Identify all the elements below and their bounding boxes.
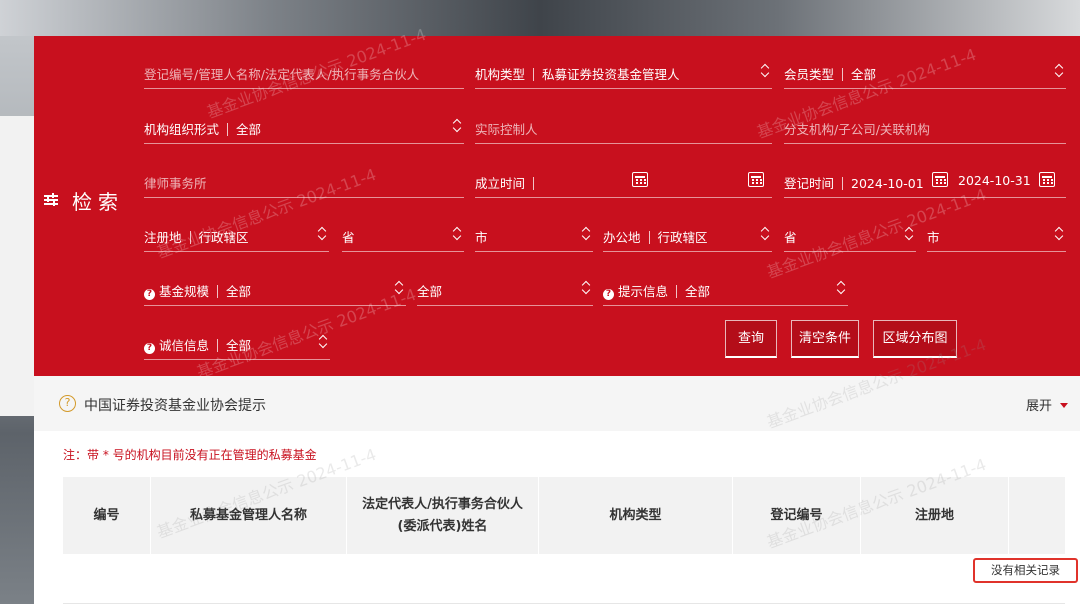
org-type-label: 机构类型 bbox=[475, 67, 526, 82]
notice-bar: ? 中国证券投资基金业协会提示 展开 bbox=[34, 376, 1080, 431]
org-type-select[interactable]: 机构类型 私募证券投资基金管理人 bbox=[475, 53, 772, 89]
column-header[interactable]: 登记编号 bbox=[733, 477, 861, 554]
column-header[interactable]: 私募基金管理人名称 bbox=[151, 477, 347, 554]
chevron-updown-icon bbox=[452, 226, 462, 242]
query-button[interactable]: 查询 bbox=[725, 320, 777, 358]
established-label: 成立时间 bbox=[475, 176, 526, 191]
chevron-updown-icon bbox=[581, 280, 591, 296]
fund-scale-value: 全部 bbox=[226, 284, 252, 299]
expand-button[interactable]: 展开 bbox=[1026, 395, 1068, 414]
help-icon[interactable]: ? bbox=[144, 343, 155, 354]
chevron-updown-icon bbox=[452, 118, 462, 134]
expand-label: 展开 bbox=[1025, 399, 1052, 414]
law-firm-input[interactable]: 律师事务所 bbox=[144, 162, 464, 198]
hint-select[interactable]: ? 提示信息 全部 bbox=[603, 270, 848, 306]
chevron-updown-icon bbox=[1054, 226, 1064, 242]
reg-time-start: 2024-10-01 bbox=[851, 176, 924, 191]
chevron-updown-icon bbox=[836, 280, 846, 296]
reg-place-value: 行政辖区 bbox=[198, 230, 249, 245]
chevron-updown-icon bbox=[318, 334, 328, 350]
search-panel: 检索 登记编号/管理人名称/法定代表人/执行事务合伙人 机构类型 私募证券投资基金… bbox=[34, 36, 1080, 376]
org-form-value: 全部 bbox=[236, 122, 262, 137]
question-icon: ? bbox=[59, 395, 76, 412]
office-label: 办公地 bbox=[603, 230, 641, 245]
reg-time-end: 2024-10-31 bbox=[958, 173, 1031, 188]
member-type-value: 全部 bbox=[851, 67, 877, 82]
credit-label: 诚信信息 bbox=[159, 338, 210, 353]
caret-down-icon bbox=[1060, 403, 1068, 408]
branch-input[interactable]: 分支机构/子公司/关联机构 bbox=[784, 108, 1066, 144]
hint-label: 提示信息 bbox=[618, 284, 669, 299]
filter-icon bbox=[44, 193, 58, 206]
header-background-image bbox=[0, 0, 1080, 36]
fund-scale-select[interactable]: ? 基金规模 全部 bbox=[144, 270, 406, 306]
help-icon[interactable]: ? bbox=[603, 289, 614, 300]
office-city-select[interactable]: 市 bbox=[927, 216, 1066, 252]
chevron-updown-icon bbox=[317, 226, 327, 242]
side-background-image bbox=[0, 36, 34, 604]
reg-city-select[interactable]: 市 bbox=[475, 216, 593, 252]
chevron-updown-icon bbox=[904, 226, 914, 242]
org-form-select[interactable]: 机构组织形式 全部 bbox=[144, 108, 464, 144]
keyword-input[interactable]: 登记编号/管理人名称/法定代表人/执行事务合伙人 bbox=[144, 53, 464, 89]
calendar-icon[interactable] bbox=[632, 172, 648, 187]
reg-time-label: 登记时间 bbox=[784, 176, 835, 191]
controller-input[interactable]: 实际控制人 bbox=[475, 108, 772, 144]
calendar-icon[interactable] bbox=[1039, 172, 1055, 187]
column-header[interactable]: 机构类型 bbox=[539, 477, 733, 554]
member-type-label: 会员类型 bbox=[784, 67, 835, 82]
table-note: 注：带 * 号的机构目前没有正在管理的私募基金 bbox=[63, 448, 317, 462]
table-header: 编号 私募基金管理人名称 法定代表人/执行事务合伙人 (委派代表)姓名 机构类型… bbox=[63, 477, 1065, 554]
fund-scale-select-2[interactable]: 全部 bbox=[417, 270, 593, 306]
office-province-select[interactable]: 省 bbox=[784, 216, 916, 252]
calendar-icon[interactable] bbox=[932, 172, 948, 187]
reg-place-label: 注册地 bbox=[144, 230, 182, 245]
column-header[interactable]: 编号 bbox=[63, 477, 151, 554]
chevron-updown-icon bbox=[760, 226, 770, 242]
hint-value: 全部 bbox=[685, 284, 711, 299]
credit-select[interactable]: ? 诚信信息 全部 bbox=[144, 324, 330, 360]
column-header[interactable]: 法定代表人/执行事务合伙人 (委派代表)姓名 bbox=[347, 477, 539, 554]
search-title: 检索 bbox=[72, 190, 124, 214]
calendar-icon[interactable] bbox=[748, 172, 764, 187]
credit-value: 全部 bbox=[226, 338, 252, 353]
help-icon[interactable]: ? bbox=[144, 289, 155, 300]
column-header[interactable] bbox=[1009, 477, 1065, 554]
chevron-updown-icon bbox=[760, 63, 770, 79]
region-map-button[interactable]: 区域分布图 bbox=[873, 320, 957, 358]
chevron-updown-icon bbox=[1054, 63, 1064, 79]
chevron-updown-icon bbox=[394, 280, 404, 296]
office-value: 行政辖区 bbox=[657, 230, 708, 245]
office-select[interactable]: 办公地 行政辖区 bbox=[603, 216, 772, 252]
org-type-value: 私募证券投资基金管理人 bbox=[542, 67, 680, 82]
column-header[interactable]: 注册地 bbox=[861, 477, 1009, 554]
member-type-select[interactable]: 会员类型 全部 bbox=[784, 53, 1066, 89]
empty-state-message: 没有相关记录 bbox=[973, 558, 1078, 583]
notice-title: 中国证券投资基金业协会提示 bbox=[84, 398, 266, 414]
fund-scale-label: 基金规模 bbox=[159, 284, 210, 299]
org-form-label: 机构组织形式 bbox=[144, 122, 220, 137]
established-date-range[interactable]: 成立时间 bbox=[475, 162, 772, 198]
reg-province-select[interactable]: 省 bbox=[342, 216, 464, 252]
reg-date-range[interactable]: 登记时间 2024-10-01 2024-10-31 bbox=[784, 162, 1066, 198]
chevron-updown-icon bbox=[581, 226, 591, 242]
table-body bbox=[63, 554, 1065, 604]
reg-place-select[interactable]: 注册地 行政辖区 bbox=[144, 216, 329, 252]
clear-conditions-button[interactable]: 清空条件 bbox=[791, 320, 859, 358]
